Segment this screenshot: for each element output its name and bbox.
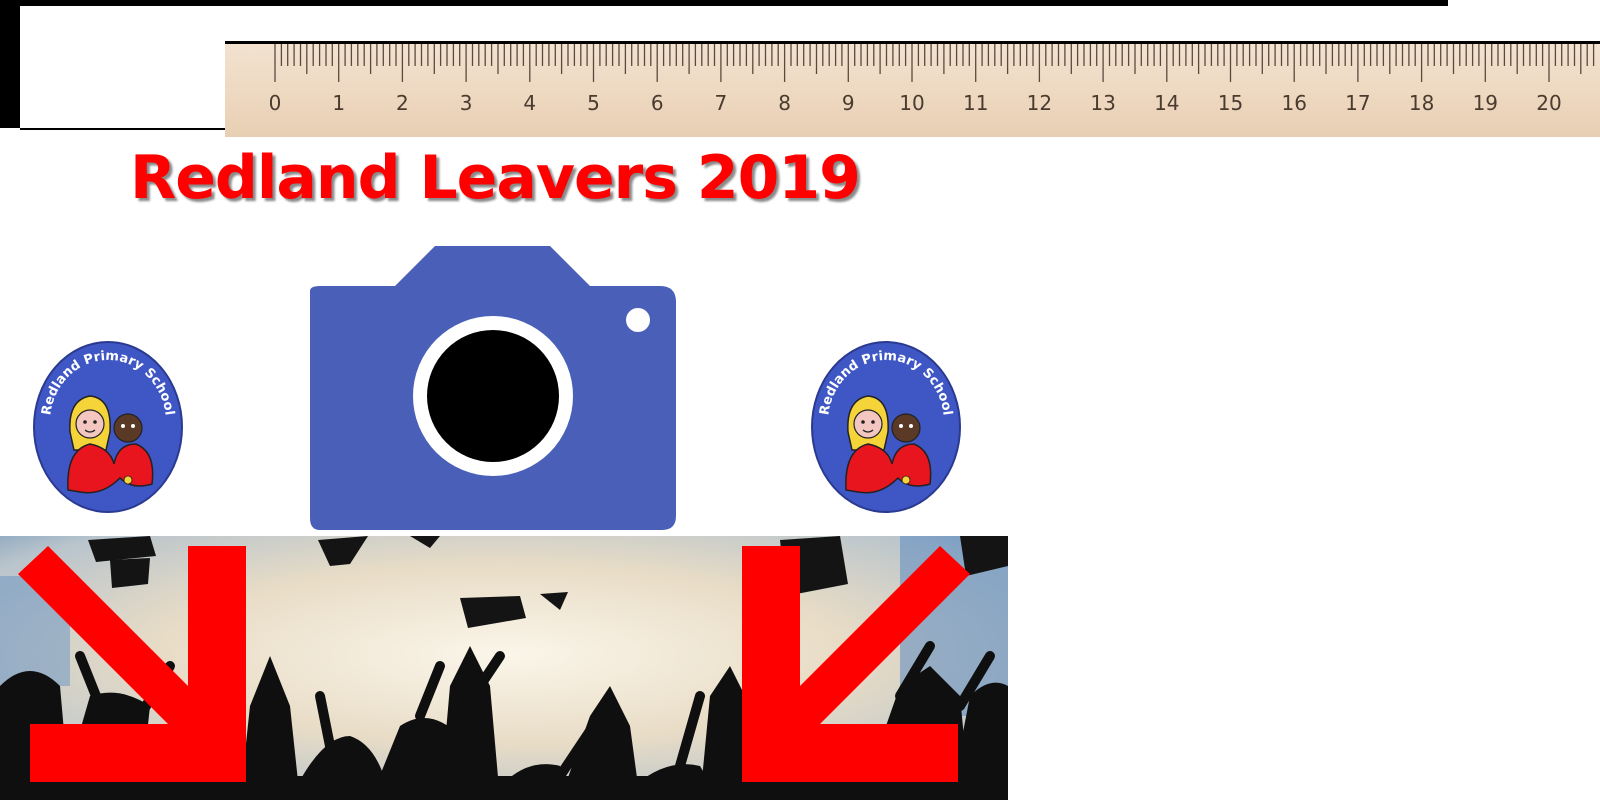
ruler-label: 10	[899, 91, 924, 115]
ruler-label: 17	[1345, 91, 1370, 115]
ruler-label: 16	[1281, 91, 1306, 115]
ruler-label: 0	[269, 91, 282, 115]
ruler-image: 0 1 2 3 4 5 6 7 8 9 10 11 12 13 14 15 16 17 18 19 20	[225, 41, 1600, 137]
ruler-label: 7	[715, 91, 728, 115]
ruler-label: 11	[963, 91, 988, 115]
ruler-label: 9	[842, 91, 855, 115]
ruler-label: 18	[1409, 91, 1434, 115]
ruler-label: 20	[1536, 91, 1561, 115]
school-badge-right: Redland Primary School	[811, 341, 961, 513]
school-badge-left: Redland Primary School	[33, 341, 183, 513]
ruler-graphic: 0 1 2 3 4 5 6 7 8 9 10 11 12 13 14 15 16 17 18 19 20	[225, 44, 1600, 137]
arrow-down-right-icon	[18, 546, 246, 782]
ruler-label: 19	[1473, 91, 1498, 115]
blank-panel	[20, 6, 225, 130]
ruler-label: 2	[396, 91, 409, 115]
ruler-label: 12	[1027, 91, 1052, 115]
ruler-label: 1	[332, 91, 345, 115]
ruler-label: 5	[587, 91, 600, 115]
ruler-label: 15	[1218, 91, 1243, 115]
ruler-label: 3	[460, 91, 473, 115]
ruler-label: 14	[1154, 91, 1179, 115]
left-border	[0, 0, 20, 128]
camera-icon[interactable]	[300, 246, 686, 536]
page-title: Redland Leavers 2019	[130, 143, 861, 213]
arrow-down-left-icon	[742, 546, 970, 782]
ruler-label: 8	[778, 91, 791, 115]
ruler-label: 13	[1090, 91, 1115, 115]
ruler-label: 6	[651, 91, 664, 115]
ruler-label: 4	[523, 91, 536, 115]
